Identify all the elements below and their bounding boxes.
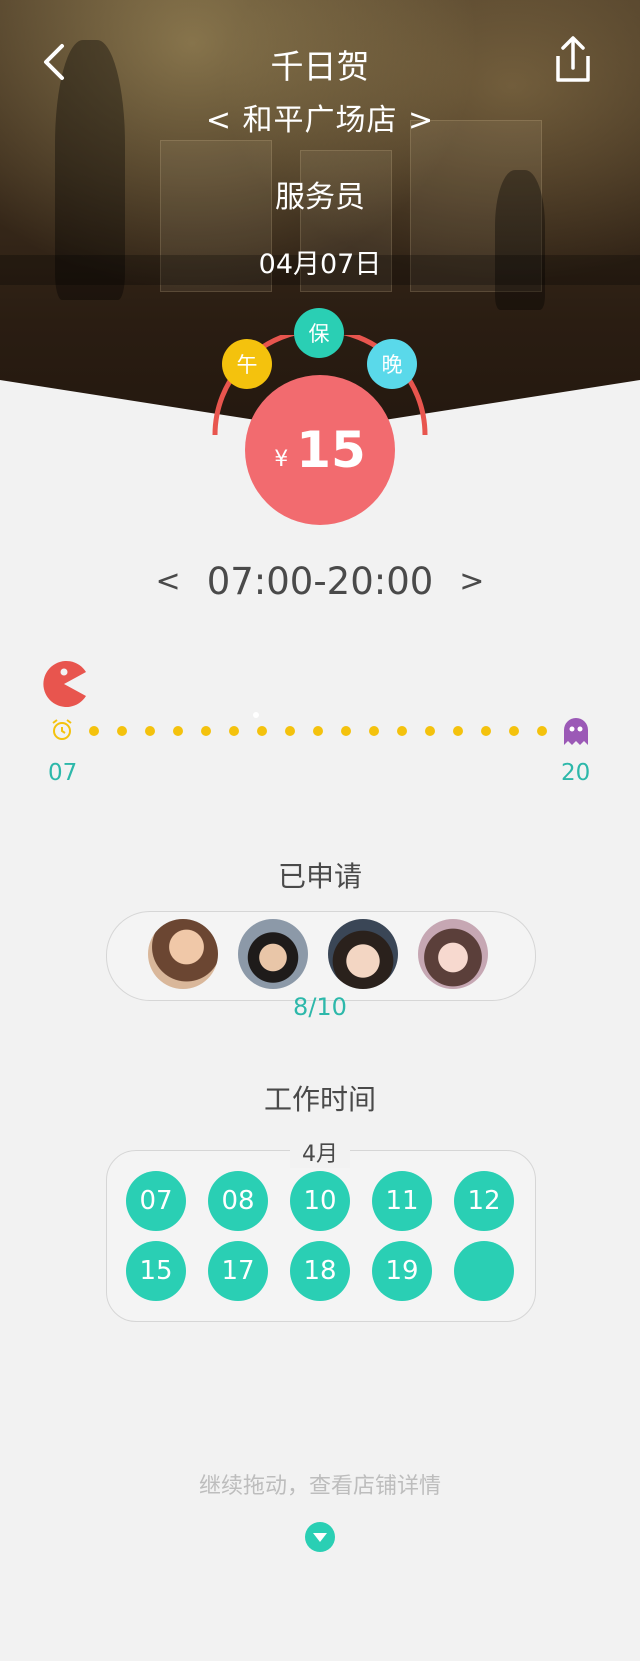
applied-title: 已申请 bbox=[277, 860, 362, 893]
calendar-day[interactable]: 10 bbox=[290, 1171, 350, 1231]
chevron-down-icon[interactable] bbox=[305, 1522, 335, 1552]
calendar-day[interactable]: 12 bbox=[454, 1171, 514, 1231]
timeline-dot bbox=[89, 726, 99, 736]
timeline-dot bbox=[481, 726, 491, 736]
alarm-icon bbox=[52, 719, 72, 740]
avatar[interactable] bbox=[328, 919, 398, 989]
timeline-dot bbox=[397, 726, 407, 736]
timeline-end-label: 20 bbox=[561, 760, 591, 786]
time-range-value: 07:00-20:00 bbox=[206, 560, 434, 603]
hourly-wage: ¥ 15 bbox=[245, 375, 395, 525]
calendar-day[interactable]: 08 bbox=[208, 1171, 268, 1231]
currency-symbol: ¥ bbox=[274, 446, 289, 472]
time-range: < 07:00-20:00 > bbox=[0, 560, 640, 603]
timeline-dot bbox=[341, 726, 351, 736]
timeline-dot bbox=[537, 726, 547, 736]
calendar-day[interactable]: 17 bbox=[208, 1241, 268, 1301]
timeline-dot bbox=[257, 726, 267, 736]
job-date: 04月07日 bbox=[258, 249, 382, 280]
job-role: 服务员 bbox=[275, 180, 365, 215]
timeline-dot bbox=[313, 726, 323, 736]
calendar-month: 4月 bbox=[290, 1136, 350, 1168]
next-time-button[interactable]: > bbox=[433, 564, 510, 599]
work-time-title: 工作时间 bbox=[263, 1083, 376, 1116]
calendar-day[interactable]: 19 bbox=[372, 1241, 432, 1301]
page-title: 千日贺 bbox=[270, 47, 370, 86]
calendar-day[interactable]: 07 bbox=[126, 1171, 186, 1231]
timeline-dot bbox=[201, 726, 211, 736]
timeline-dot bbox=[509, 726, 519, 736]
timeline-dot bbox=[425, 726, 435, 736]
badge-guaranteed: 保 bbox=[294, 308, 344, 358]
calendar-day[interactable] bbox=[454, 1241, 514, 1301]
calendar-day[interactable]: 18 bbox=[290, 1241, 350, 1301]
wage-amount: 15 bbox=[296, 421, 366, 479]
timeline-dot bbox=[369, 726, 379, 736]
store-switcher[interactable]: < 和平广场店 > bbox=[0, 95, 640, 139]
prev-time-button[interactable]: < bbox=[130, 564, 207, 599]
timeline-dot bbox=[145, 726, 155, 736]
calendar-day[interactable]: 11 bbox=[372, 1171, 432, 1231]
timeline-dot bbox=[173, 726, 183, 736]
calendar-day[interactable]: 15 bbox=[126, 1241, 186, 1301]
applicant-count: 8/10 bbox=[293, 993, 347, 1021]
timeline-marker bbox=[253, 712, 259, 718]
avatar[interactable] bbox=[238, 919, 308, 989]
timeline-dot bbox=[453, 726, 463, 736]
badge-evening: 晚 bbox=[367, 339, 417, 389]
ghost-icon bbox=[564, 718, 588, 745]
scroll-hint: 继续拖动，查看店铺详情 bbox=[198, 1474, 441, 1499]
avatar[interactable] bbox=[148, 919, 218, 989]
timeline-dot bbox=[229, 726, 239, 736]
timeline-dot bbox=[285, 726, 295, 736]
pacman-icon bbox=[43, 661, 86, 707]
timeline-start-label: 07 bbox=[48, 760, 78, 786]
timeline-dot bbox=[117, 726, 127, 736]
avatar[interactable] bbox=[418, 919, 488, 989]
badge-noon: 午 bbox=[222, 339, 272, 389]
